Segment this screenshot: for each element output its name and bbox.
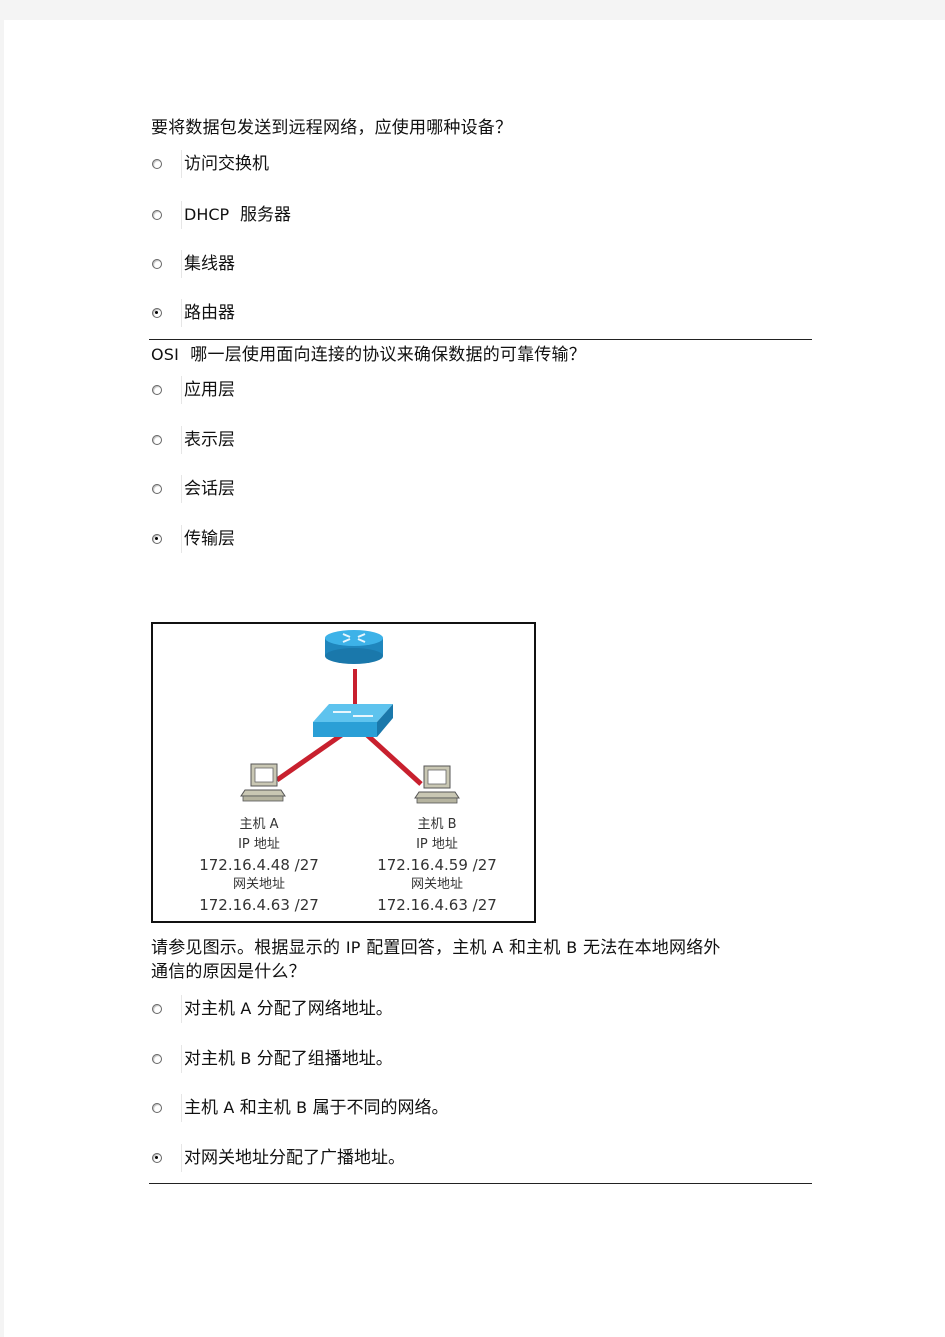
option-label: 传输层 <box>181 525 235 553</box>
q1-option-3[interactable]: 集线器 <box>152 250 235 278</box>
host-b-ip-label: IP 地址 <box>416 837 458 852</box>
q3-text-part: 请参见图示。根据显示的 <box>151 938 341 958</box>
label-part: B <box>296 1098 308 1117</box>
label-part: 主机 <box>184 1098 218 1118</box>
q3-option-4[interactable]: 对网关地址分配了广播地址。 <box>152 1144 405 1172</box>
radio-button[interactable] <box>152 259 162 269</box>
q3-text-part: 和主机 <box>508 938 561 958</box>
link-switch-host-b <box>364 732 423 786</box>
option-label: 应用层 <box>181 376 235 404</box>
q3-text-part: IP <box>345 938 361 957</box>
question-3-line-2: 通信的原因是什么？ <box>151 962 306 982</box>
q3-option-2[interactable]: 对主机 B 分配了组播地址。 <box>152 1045 393 1073</box>
option-label: 会话层 <box>181 475 235 503</box>
question-1-label: 要将数据包发送到远程网络，应使用哪种设备？ <box>151 118 513 138</box>
label-part: A <box>240 999 252 1018</box>
label-part: 对主机 <box>184 999 235 1019</box>
label-part: 对主机 <box>184 1049 235 1069</box>
option-label: DHCP 服务器 <box>181 201 291 229</box>
radio-button[interactable] <box>152 159 162 169</box>
label-part: A <box>223 1098 235 1117</box>
host-b-name: 主机 B <box>417 817 457 832</box>
host-a-pc-icon <box>240 763 286 802</box>
q3-text-part: 无法在本地网络外 <box>583 938 721 958</box>
label-part: B <box>240 1049 252 1068</box>
question-3-line-1: 请参见图示。根据显示的 IP 配置回答，主机 A 和主机 B 无法在本地网络外 <box>151 936 811 960</box>
host-a-gateway-label: 网关地址 <box>232 877 285 892</box>
host-a-info: 主机 A IP 地址 172.16.4.48 /27 网关地址 172.16.4… <box>184 815 334 915</box>
radio-button[interactable] <box>152 385 162 395</box>
option-label-prefix: DHCP <box>184 205 230 224</box>
question-2-prefix: OSI <box>151 345 180 364</box>
option-label: 对主机 A 分配了网络地址。 <box>181 995 393 1023</box>
radio-button[interactable] <box>152 484 162 494</box>
option-label: 访问交换机 <box>181 150 269 178</box>
question-1-text: 要将数据包发送到远程网络，应使用哪种设备？ <box>151 116 512 140</box>
host-b-pc-icon <box>414 765 460 804</box>
option-label: 对主机 B 分配了组播地址。 <box>181 1045 393 1073</box>
q3-text-part: B <box>566 938 578 957</box>
label-part: 分配了网络地址。 <box>256 999 393 1019</box>
q2-option-1[interactable]: 应用层 <box>152 376 235 404</box>
q2-option-3[interactable]: 会话层 <box>152 475 235 503</box>
option-label-text: 服务器 <box>239 205 291 225</box>
divider <box>149 1183 812 1184</box>
radio-button-checked[interactable] <box>152 534 162 544</box>
radio-button[interactable] <box>152 1054 162 1064</box>
option-label: 对网关地址分配了广播地址。 <box>181 1144 405 1172</box>
option-label: 表示层 <box>181 426 235 454</box>
option-label: 路由器 <box>181 299 235 327</box>
q3-option-3[interactable]: 主机 A 和主机 B 属于不同的网络。 <box>152 1094 449 1122</box>
radio-button[interactable] <box>152 1004 162 1014</box>
option-label: 主机 A 和主机 B 属于不同的网络。 <box>181 1094 449 1122</box>
host-a-name: 主机 A <box>239 817 279 832</box>
host-a-ip-label: IP 地址 <box>238 837 280 852</box>
q2-option-4[interactable]: 传输层 <box>152 525 235 553</box>
host-b-gateway-label: 网关地址 <box>410 877 463 892</box>
q3-text-part: 配置回答，主机 <box>366 938 487 958</box>
radio-button[interactable] <box>152 1103 162 1113</box>
q1-option-4[interactable]: 路由器 <box>152 299 235 327</box>
radio-button-checked[interactable] <box>152 1153 162 1163</box>
link-switch-host-a <box>275 731 345 783</box>
option-label: 集线器 <box>181 250 235 278</box>
question-3-text: 请参见图示。根据显示的 IP 配置回答，主机 A 和主机 B 无法在本地网络外 … <box>151 936 811 984</box>
host-b-gateway: 172.16.4.63 /27 <box>377 896 497 914</box>
host-a-ip: 172.16.4.48 /27 <box>199 856 319 874</box>
q2-option-2[interactable]: 表示层 <box>152 426 235 454</box>
question-2-text: OSI 哪一层使用面向连接的协议来确保数据的可靠传输？ <box>151 343 586 367</box>
host-b-ip: 172.16.4.59 /27 <box>377 856 497 874</box>
switch-icon <box>313 704 393 737</box>
q3-option-1[interactable]: 对主机 A 分配了网络地址。 <box>152 995 393 1023</box>
radio-button[interactable] <box>152 210 162 220</box>
radio-button-checked[interactable] <box>152 308 162 318</box>
q3-text-part: A <box>492 938 504 957</box>
q1-option-2[interactable]: DHCP 服务器 <box>152 201 291 229</box>
label-part: 属于不同的网络。 <box>312 1098 449 1118</box>
label-part: 和主机 <box>239 1098 291 1118</box>
divider <box>149 339 812 340</box>
router-icon <box>325 630 383 664</box>
host-b-info: 主机 B IP 地址 172.16.4.59 /27 网关地址 172.16.4… <box>362 815 512 915</box>
label-part: 分配了组播地址。 <box>256 1049 393 1069</box>
host-a-gateway: 172.16.4.63 /27 <box>199 896 319 914</box>
network-exhibit: 主机 A IP 地址 172.16.4.48 /27 网关地址 172.16.4… <box>151 622 536 923</box>
radio-button[interactable] <box>152 435 162 445</box>
q1-option-1[interactable]: 访问交换机 <box>152 150 269 178</box>
question-2-label: 哪一层使用面向连接的协议来确保数据的可靠传输？ <box>190 345 586 365</box>
